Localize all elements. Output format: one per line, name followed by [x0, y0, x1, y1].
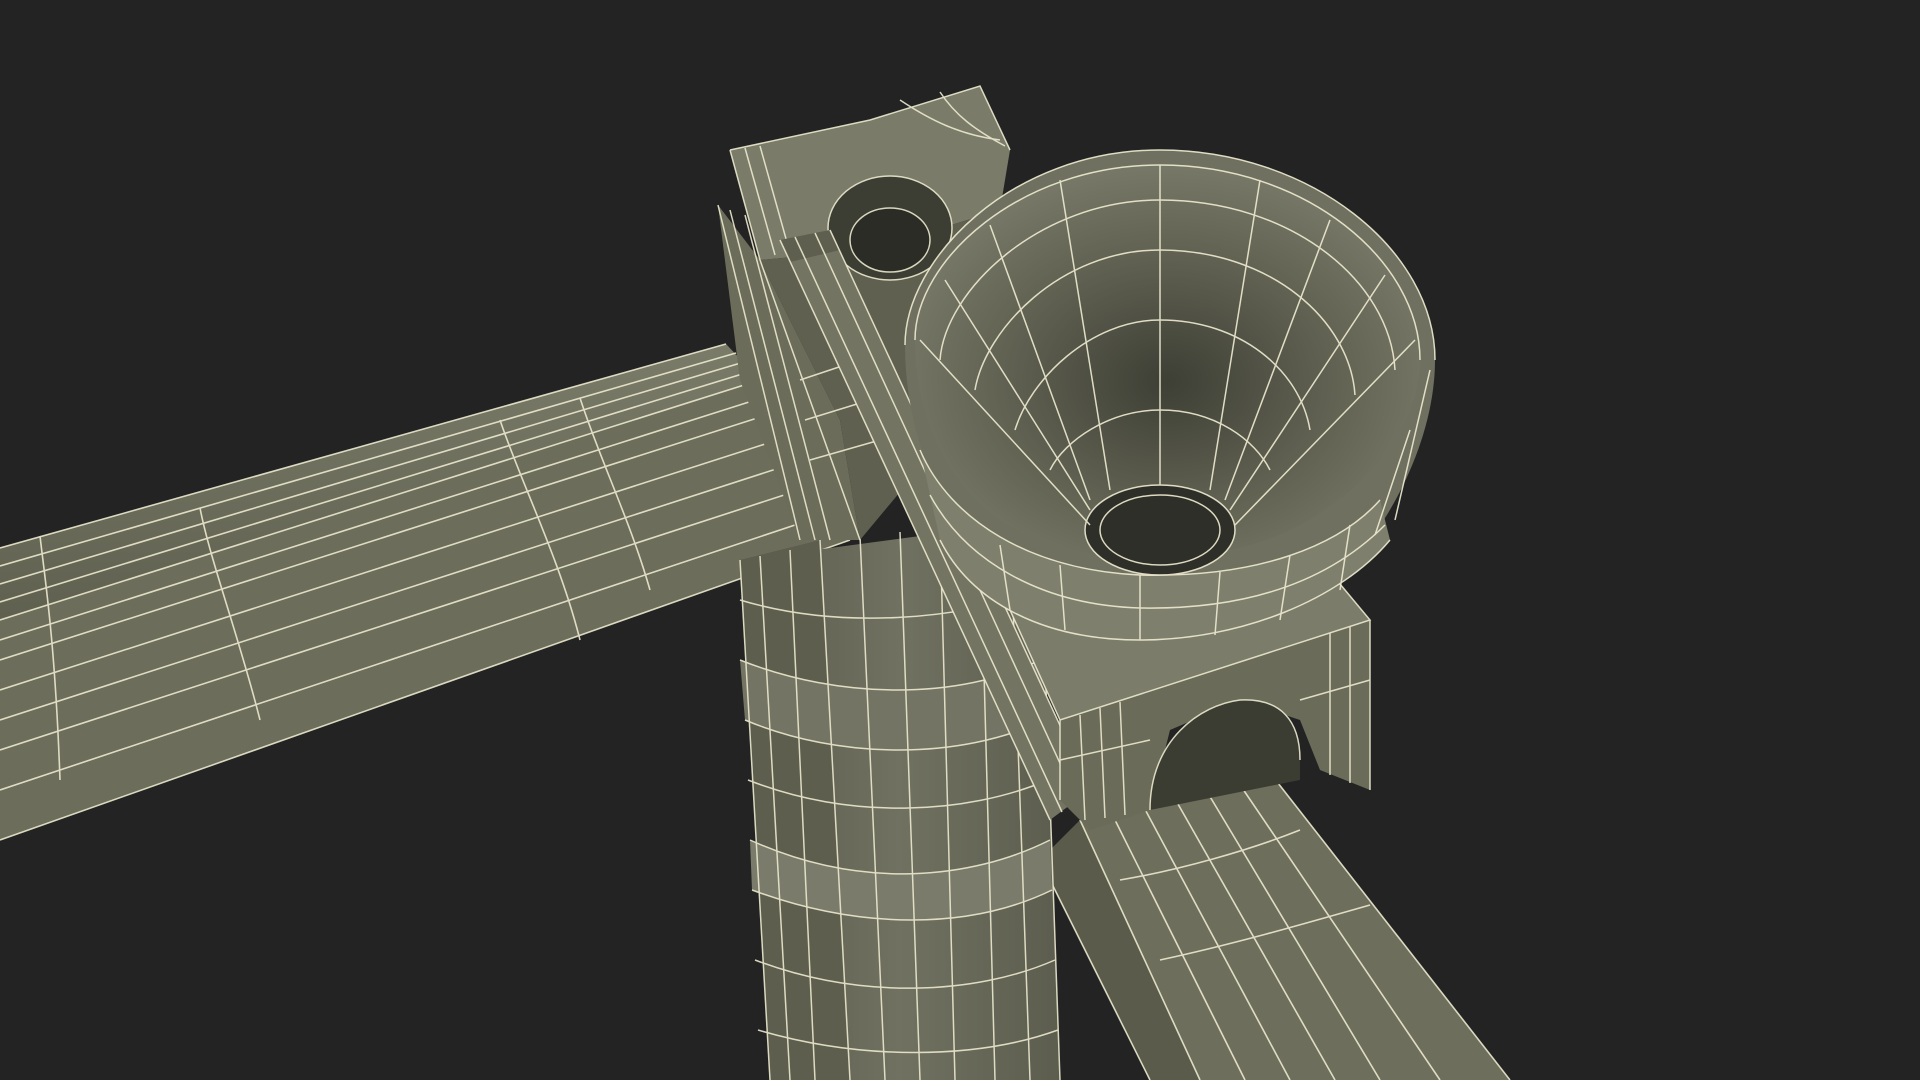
wireframe-scene	[0, 0, 1920, 1080]
funnel	[904, 149, 1436, 641]
render-viewport	[0, 0, 1920, 1080]
